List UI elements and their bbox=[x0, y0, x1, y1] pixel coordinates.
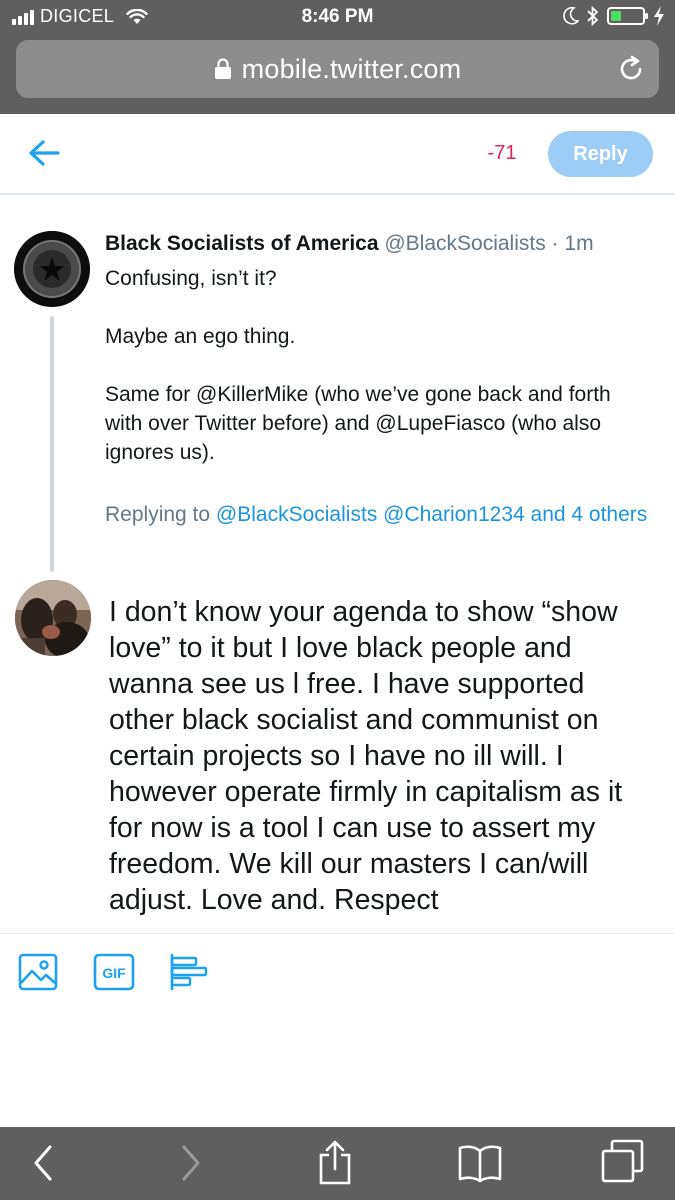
replying-to-prefix: Replying to bbox=[105, 503, 211, 526]
browser-top-chrome: DIGICEL 8:46 PM mobile.twitter.com bbox=[0, 0, 675, 114]
battery-icon bbox=[607, 7, 648, 25]
tweet-paragraph: Same for @KillerMike (who we’ve gone bac… bbox=[105, 383, 611, 464]
compose-header: -71 Reply bbox=[0, 114, 675, 195]
tweet-author-handle[interactable]: @BlackSocialists bbox=[384, 232, 545, 255]
chevron-left-icon[interactable] bbox=[32, 1143, 54, 1183]
gif-icon[interactable]: GIF bbox=[93, 952, 135, 992]
tweet-paragraph: Confusing, isn’t it? bbox=[105, 267, 277, 290]
address-bar[interactable]: mobile.twitter.com bbox=[16, 40, 659, 98]
status-right bbox=[563, 6, 665, 26]
browser-bottom-toolbar bbox=[0, 1127, 675, 1200]
tweet-timestamp: · 1m bbox=[551, 232, 594, 255]
book-icon[interactable] bbox=[458, 1143, 502, 1183]
bluetooth-icon bbox=[587, 6, 599, 26]
replying-to-line: Replying to @BlackSocialists @Charion123… bbox=[105, 500, 650, 529]
charging-bolt-icon bbox=[654, 6, 664, 26]
chevron-right-icon[interactable] bbox=[180, 1143, 202, 1183]
address-bar-content: mobile.twitter.com bbox=[16, 40, 659, 98]
tabs-icon[interactable] bbox=[600, 1139, 646, 1185]
reply-textarea[interactable]: I don’t know your agenda to show “show l… bbox=[109, 594, 654, 918]
user-photo bbox=[15, 580, 91, 656]
tweet-body: Confusing, isn’t it? Maybe an ego thing.… bbox=[105, 264, 645, 467]
replying-to-users[interactable]: @BlackSocialists @Charion1234 and 4 othe… bbox=[216, 503, 647, 526]
svg-text:GIF: GIF bbox=[102, 965, 126, 981]
thread-connector-line bbox=[50, 316, 54, 572]
moon-icon bbox=[563, 7, 579, 25]
image-icon[interactable] bbox=[18, 952, 58, 992]
share-icon[interactable] bbox=[318, 1139, 352, 1185]
character-counter: -71 bbox=[487, 142, 517, 164]
black-star-logo-icon bbox=[14, 231, 90, 307]
current-user-avatar bbox=[15, 580, 91, 656]
avatar[interactable] bbox=[14, 231, 90, 307]
poll-icon[interactable] bbox=[168, 952, 210, 992]
lock-icon bbox=[214, 58, 231, 79]
url-text: mobile.twitter.com bbox=[241, 53, 462, 84]
status-bar: DIGICEL 8:46 PM bbox=[0, 0, 675, 34]
compose-toolbar: GIF bbox=[0, 933, 675, 1013]
arrow-left-icon[interactable] bbox=[28, 138, 60, 168]
reply-button[interactable]: Reply bbox=[548, 131, 653, 177]
tweet-author-name[interactable]: Black Socialists of America bbox=[105, 232, 379, 255]
tweet-header: Black Socialists of America @BlackSocial… bbox=[105, 232, 594, 256]
reload-icon[interactable] bbox=[617, 55, 645, 83]
tweet-paragraph: Maybe an ego thing. bbox=[105, 325, 296, 348]
